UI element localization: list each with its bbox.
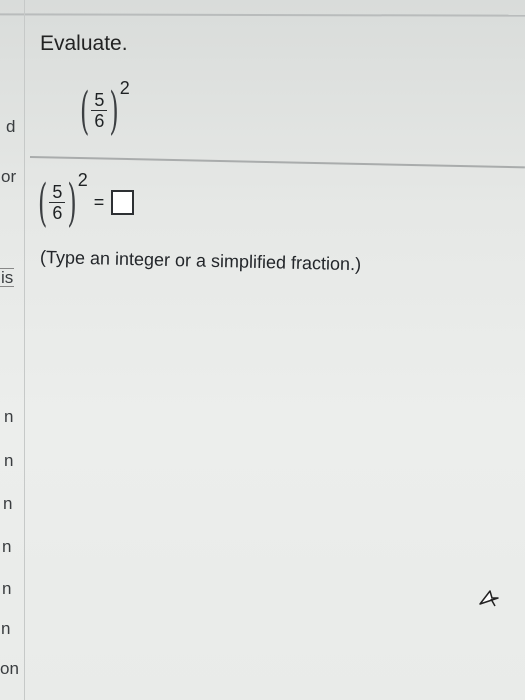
fraction-denominator: 6 <box>91 110 108 131</box>
sidebar-fragment: n <box>2 579 12 598</box>
sidebar-fragment: n <box>3 494 13 513</box>
sidebar-fragment: is <box>0 268 15 287</box>
fraction-numerator: 5 <box>94 90 105 110</box>
section-divider <box>29 156 525 169</box>
sidebar-fragment: n <box>4 451 14 470</box>
left-panel-cutoff: d or is n n n n n n on <box>0 0 25 700</box>
right-paren: ) <box>67 173 77 232</box>
question-expression: ( 5 6 ) 2 <box>80 78 130 136</box>
exponent: 2 <box>119 78 130 98</box>
sidebar-fragment: n <box>2 537 12 556</box>
question-instruction: Evaluate. <box>40 32 128 55</box>
fraction-numerator: 5 <box>52 182 63 202</box>
answer-input-box[interactable] <box>111 190 135 215</box>
left-paren: ( <box>80 81 90 140</box>
answer-expression: ( 5 6 ) 2 = <box>38 170 135 228</box>
sidebar-fragment: n <box>1 619 11 638</box>
sidebar-fragment: or <box>1 167 17 186</box>
equals-sign: = <box>93 192 105 212</box>
top-divider <box>0 13 525 17</box>
fraction-denominator: 6 <box>49 202 66 223</box>
left-paren: ( <box>38 173 48 232</box>
exponent: 2 <box>77 170 88 190</box>
answer-hint: (Type an integer or a simplified fractio… <box>39 247 362 275</box>
sidebar-fragment: on <box>0 659 19 678</box>
sidebar-fragment: n <box>4 407 14 426</box>
fraction: 5 6 <box>49 182 66 223</box>
right-paren: ) <box>109 81 119 140</box>
sidebar-fragment: d <box>6 117 16 136</box>
fraction: 5 6 <box>91 90 108 131</box>
mouse-pointer-icon <box>479 590 499 607</box>
